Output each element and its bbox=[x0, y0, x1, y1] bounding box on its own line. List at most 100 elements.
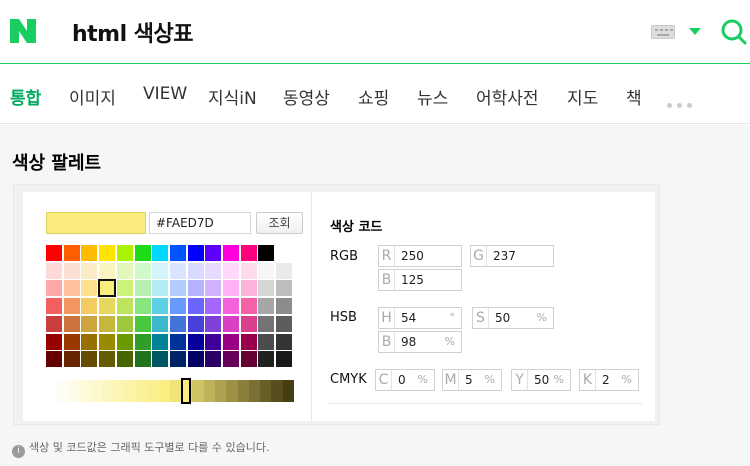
color-cell[interactable] bbox=[187, 333, 204, 350]
shade-step[interactable] bbox=[169, 380, 182, 402]
color-cell[interactable] bbox=[81, 245, 98, 261]
color-cell[interactable] bbox=[152, 298, 169, 315]
color-cell[interactable] bbox=[240, 333, 257, 350]
hsb-h-field[interactable]: H 54 ° bbox=[378, 307, 462, 329]
color-cell[interactable] bbox=[134, 351, 151, 368]
cmyk-m-field[interactable]: M 5% bbox=[442, 369, 502, 391]
color-cell[interactable] bbox=[169, 280, 186, 297]
color-cell[interactable] bbox=[258, 333, 275, 350]
hex-input[interactable]: #FAED7D bbox=[149, 212, 251, 234]
tab-map[interactable]: 지도 bbox=[567, 84, 598, 109]
color-cell[interactable] bbox=[63, 280, 80, 297]
color-cell[interactable] bbox=[116, 298, 133, 315]
color-cell[interactable] bbox=[276, 280, 293, 297]
shade-step[interactable] bbox=[136, 380, 148, 402]
shade-step[interactable] bbox=[57, 380, 69, 402]
color-cell[interactable] bbox=[240, 298, 257, 315]
shade-step[interactable] bbox=[248, 380, 261, 402]
color-cell[interactable] bbox=[63, 315, 80, 332]
color-cell[interactable] bbox=[223, 351, 239, 368]
shade-step[interactable] bbox=[203, 380, 215, 402]
color-cell[interactable] bbox=[46, 351, 62, 368]
color-cell[interactable] bbox=[223, 262, 239, 279]
color-cell[interactable] bbox=[169, 262, 186, 279]
tab-video[interactable]: 동영상 bbox=[283, 84, 330, 109]
shade-slider-handle[interactable] bbox=[181, 378, 191, 404]
color-cell[interactable] bbox=[116, 262, 133, 279]
color-cell[interactable] bbox=[152, 280, 169, 297]
hsb-b-field[interactable]: B 98% bbox=[378, 331, 462, 353]
keyboard-icon[interactable] bbox=[651, 25, 675, 39]
color-cell[interactable] bbox=[46, 315, 62, 332]
search-icon[interactable] bbox=[720, 18, 748, 46]
shade-step[interactable] bbox=[79, 380, 92, 402]
color-cell[interactable] bbox=[63, 351, 80, 368]
color-cell[interactable] bbox=[169, 333, 186, 350]
color-cell[interactable] bbox=[98, 279, 117, 298]
shade-step[interactable] bbox=[46, 380, 58, 402]
color-cell[interactable] bbox=[134, 245, 151, 261]
more-tabs-icon[interactable] bbox=[667, 93, 697, 112]
color-cell[interactable] bbox=[187, 315, 204, 332]
color-cell[interactable] bbox=[258, 245, 275, 261]
color-cell[interactable] bbox=[81, 351, 98, 368]
color-cell[interactable] bbox=[240, 315, 257, 332]
cmyk-k-field[interactable]: K 2% bbox=[579, 369, 639, 391]
color-cell[interactable] bbox=[116, 245, 133, 261]
color-cell[interactable] bbox=[205, 298, 222, 315]
color-cell[interactable] bbox=[152, 333, 169, 350]
shade-step[interactable] bbox=[214, 380, 227, 402]
color-cell[interactable] bbox=[223, 280, 239, 297]
tab-integrated[interactable]: 통합 bbox=[10, 84, 41, 109]
color-cell[interactable] bbox=[276, 351, 293, 368]
color-cell[interactable] bbox=[205, 245, 222, 261]
color-cell[interactable] bbox=[81, 262, 98, 279]
color-cell[interactable] bbox=[152, 262, 169, 279]
color-cell[interactable] bbox=[205, 262, 222, 279]
color-cell[interactable] bbox=[258, 298, 275, 315]
color-cell[interactable] bbox=[223, 315, 239, 332]
search-query-input[interactable]: html 색상표 bbox=[72, 16, 194, 48]
rgb-r-field[interactable]: R 250 bbox=[378, 245, 462, 267]
color-cell[interactable] bbox=[46, 245, 62, 261]
color-cell[interactable] bbox=[63, 298, 80, 315]
color-cell[interactable] bbox=[223, 298, 239, 315]
tab-images[interactable]: 이미지 bbox=[69, 84, 116, 109]
color-cell[interactable] bbox=[116, 315, 133, 332]
shade-step[interactable] bbox=[102, 380, 114, 402]
color-cell[interactable] bbox=[169, 245, 186, 261]
color-cell[interactable] bbox=[46, 262, 62, 279]
color-cell[interactable] bbox=[81, 333, 98, 350]
cmyk-c-field[interactable]: C 0% bbox=[375, 369, 435, 391]
color-cell[interactable] bbox=[169, 315, 186, 332]
color-cell[interactable] bbox=[134, 298, 151, 315]
tab-news[interactable]: 뉴스 bbox=[417, 84, 448, 109]
tab-view[interactable]: VIEW bbox=[143, 84, 187, 104]
cmyk-y-field[interactable]: Y 50% bbox=[511, 369, 571, 391]
color-cell[interactable] bbox=[187, 298, 204, 315]
color-cell[interactable] bbox=[99, 298, 116, 315]
color-cell[interactable] bbox=[152, 315, 169, 332]
color-cell[interactable] bbox=[205, 280, 222, 297]
rgb-b-field[interactable]: B 125 bbox=[378, 269, 462, 291]
tab-knowledge-in[interactable]: 지식iN bbox=[208, 84, 257, 109]
color-cell[interactable] bbox=[116, 333, 133, 350]
color-cell[interactable] bbox=[169, 298, 186, 315]
color-cell[interactable] bbox=[223, 245, 239, 261]
color-cell[interactable] bbox=[276, 333, 293, 350]
shade-step[interactable] bbox=[226, 380, 238, 402]
color-cell[interactable] bbox=[99, 262, 116, 279]
color-cell[interactable] bbox=[187, 245, 204, 261]
shade-step[interactable] bbox=[271, 380, 283, 402]
color-cell[interactable] bbox=[187, 351, 204, 368]
color-cell[interactable] bbox=[81, 298, 98, 315]
color-cell[interactable] bbox=[152, 245, 169, 261]
shade-step[interactable] bbox=[260, 380, 272, 402]
color-cell[interactable] bbox=[258, 315, 275, 332]
color-cell[interactable] bbox=[81, 280, 98, 297]
shade-step[interactable] bbox=[237, 380, 249, 402]
tab-dictionary[interactable]: 어학사전 bbox=[476, 84, 539, 109]
color-cell[interactable] bbox=[240, 280, 257, 297]
color-cell[interactable] bbox=[187, 262, 204, 279]
shade-step[interactable] bbox=[147, 380, 159, 402]
